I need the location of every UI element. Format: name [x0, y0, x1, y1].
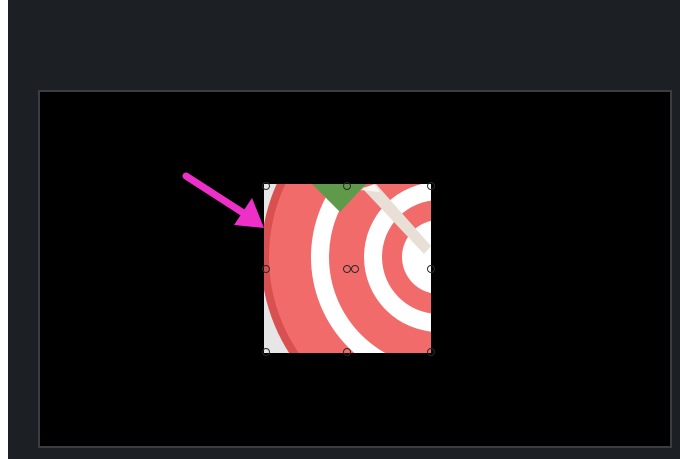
- resize-handle-middle-left[interactable]: [262, 265, 270, 273]
- app-window: [0, 0, 680, 459]
- resize-handle-bottom-center[interactable]: [343, 348, 351, 356]
- anchor-point-handle[interactable]: [343, 265, 351, 273]
- resize-handle-top-right[interactable]: [427, 182, 435, 190]
- resize-handle-top-center[interactable]: [343, 182, 351, 190]
- resize-handle-bottom-left[interactable]: [262, 348, 270, 356]
- resize-handle-bottom-right[interactable]: [427, 348, 435, 356]
- resize-handle-middle-right[interactable]: [427, 265, 435, 273]
- rotation-center-handle[interactable]: [351, 265, 359, 273]
- pointer-arrow-icon: [182, 172, 264, 228]
